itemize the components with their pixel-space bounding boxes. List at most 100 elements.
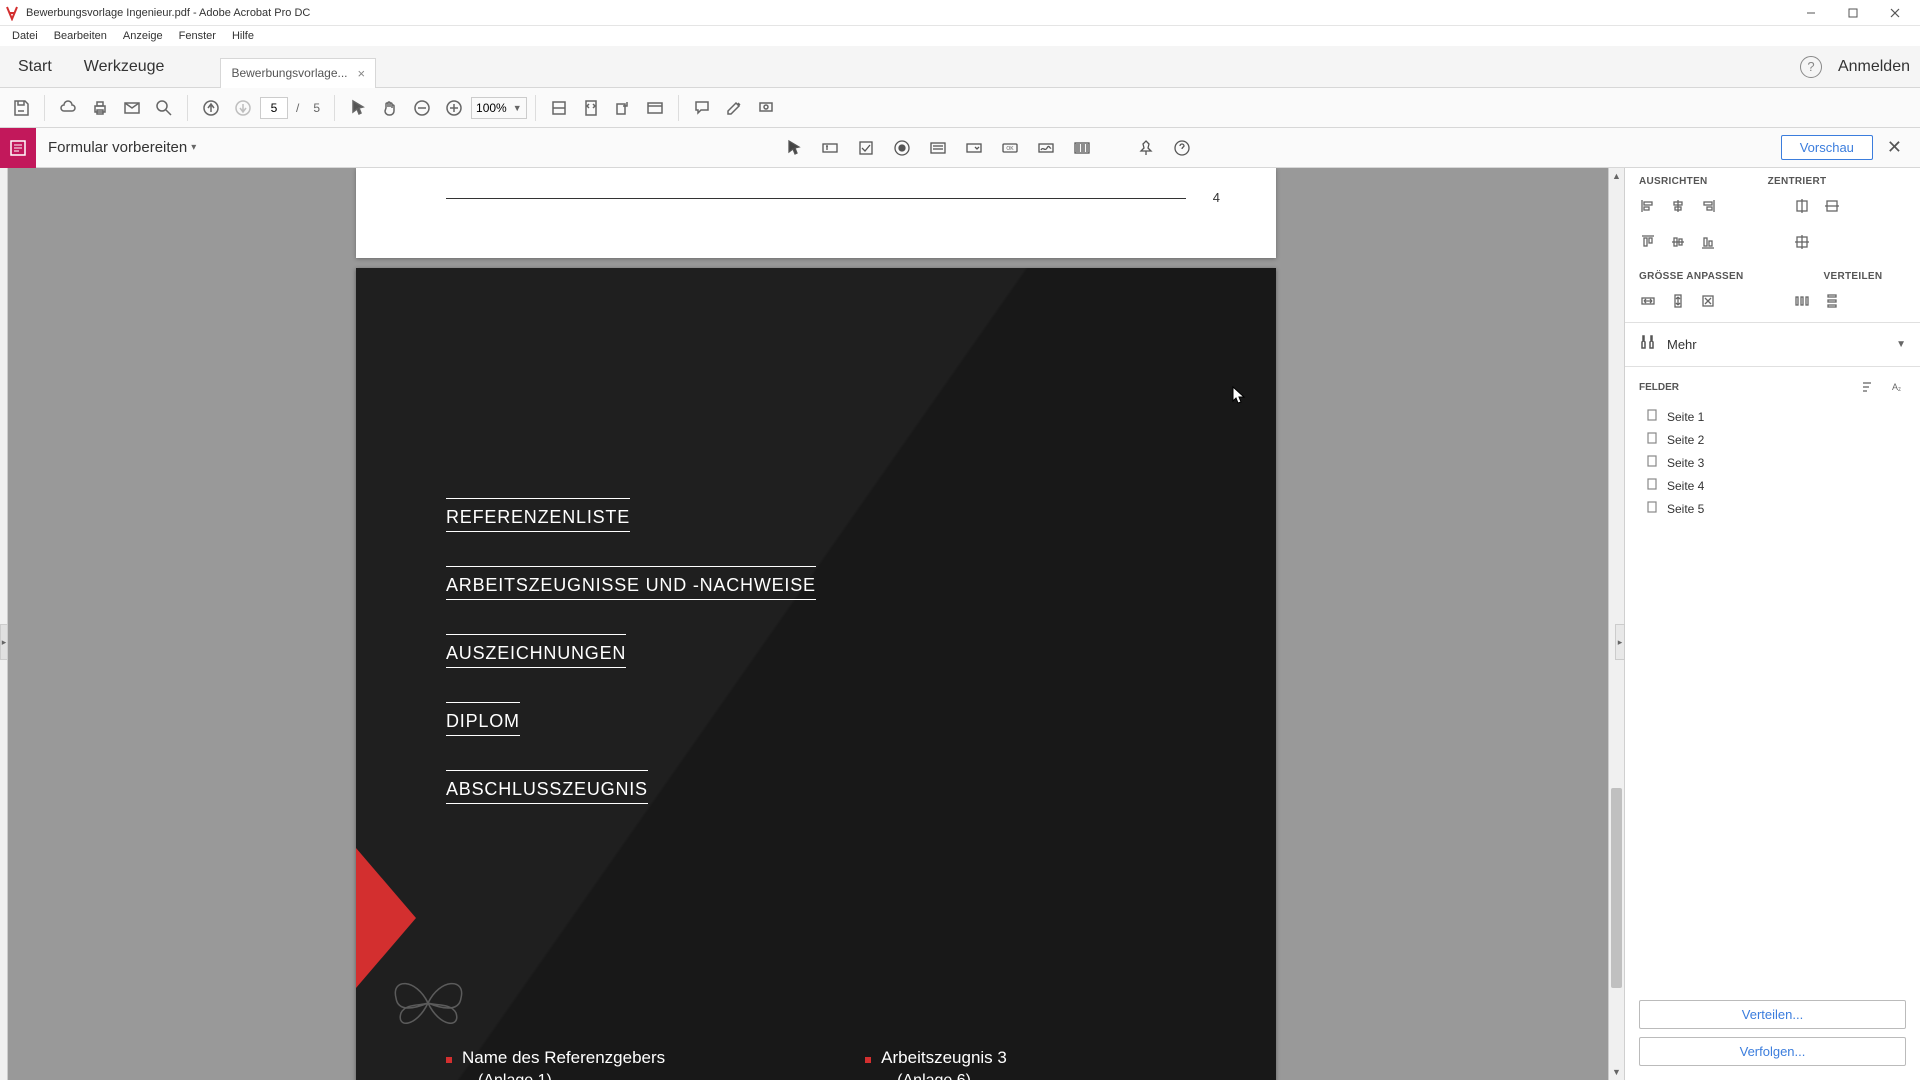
minimize-button[interactable] (1790, 0, 1832, 26)
field-page-3[interactable]: Seite 3 (1625, 451, 1920, 474)
comment-icon[interactable] (687, 93, 717, 123)
ref-item-right: Arbeitszeugnis 3 (Anlage 6) (865, 1048, 1007, 1080)
more-dropdown[interactable]: Mehr ▼ (1625, 322, 1920, 367)
field-page-1[interactable]: Seite 1 (1625, 405, 1920, 428)
center-h-icon[interactable] (1789, 193, 1815, 219)
help-icon[interactable]: ? (1800, 56, 1822, 78)
cloud-icon[interactable] (53, 93, 83, 123)
button-field-icon[interactable]: OK (996, 134, 1024, 162)
fit-width-icon[interactable] (544, 93, 574, 123)
size-width-icon[interactable] (1635, 288, 1661, 314)
menu-window[interactable]: Fenster (171, 28, 224, 44)
window-title: Bewerbungsvorlage Ingenieur.pdf - Adobe … (26, 7, 1790, 19)
left-nav-expand-handle[interactable]: ▸ (0, 624, 8, 660)
center-section-label: ZENTRIERT (1768, 176, 1827, 187)
mouse-cursor-icon (1232, 386, 1246, 411)
page-4-bottom: 4 (356, 168, 1276, 258)
checkbox-field-icon[interactable] (852, 134, 880, 162)
ref-item-left: Name des Referenzgebers (Anlage 1) (446, 1048, 665, 1080)
left-nav-strip: ▸ (0, 168, 8, 1080)
next-page-icon[interactable] (228, 93, 258, 123)
signature-field-icon[interactable] (1032, 134, 1060, 162)
tab-tools[interactable]: Werkzeuge (68, 48, 181, 86)
svg-text:OK: OK (1007, 146, 1015, 152)
document-tab[interactable]: Bewerbungsvorlage... × (220, 58, 376, 88)
field-page-5[interactable]: Seite 5 (1625, 497, 1920, 520)
caret-down-icon: ▼ (513, 103, 522, 113)
radio-field-icon[interactable] (888, 134, 916, 162)
maximize-button[interactable] (1832, 0, 1874, 26)
align-right-icon[interactable] (1695, 193, 1721, 219)
align-left-icon[interactable] (1635, 193, 1661, 219)
fit-page-icon[interactable] (576, 93, 606, 123)
pin-icon[interactable] (1132, 134, 1160, 162)
size-both-icon[interactable] (1695, 288, 1721, 314)
zoom-out-icon[interactable] (407, 93, 437, 123)
select-tool-icon[interactable] (780, 134, 808, 162)
stamp-icon[interactable] (751, 93, 781, 123)
more-label: Mehr (1667, 337, 1886, 352)
close-button[interactable] (1874, 0, 1916, 26)
align-top-icon[interactable] (1635, 229, 1661, 255)
page-number-input[interactable] (260, 97, 288, 119)
prev-page-icon[interactable] (196, 93, 226, 123)
form-toolbar: Formular vorbereiten ▾ OK Vorschau ✕ (0, 128, 1920, 168)
field-page-4[interactable]: Seite 4 (1625, 474, 1920, 497)
hand-icon[interactable] (375, 93, 405, 123)
print-icon[interactable] (85, 93, 115, 123)
distribute-section-label: VERTEILEN (1824, 271, 1883, 282)
close-tab-icon[interactable]: × (358, 66, 366, 81)
distribute-h-icon[interactable] (1789, 288, 1815, 314)
menu-edit[interactable]: Bearbeiten (46, 28, 115, 44)
sort-fields-icon[interactable] (1858, 377, 1878, 397)
form-tool-dropdown[interactable]: Formular vorbereiten ▾ (48, 139, 196, 156)
main-toolbar: / 5 100% ▼ (0, 88, 1920, 128)
page-icon (1645, 408, 1659, 425)
list-field-icon[interactable] (924, 134, 952, 162)
field-page-2[interactable]: Seite 2 (1625, 428, 1920, 451)
size-height-icon[interactable] (1665, 288, 1691, 314)
tab-start[interactable]: Start (2, 48, 68, 86)
zoom-in-icon[interactable] (439, 93, 469, 123)
search-icon[interactable] (149, 93, 179, 123)
align-hcenter-icon[interactable] (1665, 193, 1691, 219)
highlight-icon[interactable] (719, 93, 749, 123)
scroll-thumb[interactable] (1611, 788, 1622, 988)
barcode-field-icon[interactable] (1068, 134, 1096, 162)
save-icon[interactable] (6, 93, 36, 123)
mail-icon[interactable] (117, 93, 147, 123)
page-5-headings: REFERENZENLISTE ARBEITSZEUGNISSE UND -NA… (446, 498, 816, 838)
distribute-button[interactable]: Verteilen... (1639, 1000, 1906, 1029)
distribute-v-icon[interactable] (1819, 288, 1845, 314)
center-v-icon[interactable] (1819, 193, 1845, 219)
menu-help[interactable]: Hilfe (224, 28, 262, 44)
page-icon (1645, 454, 1659, 471)
close-formbar-icon[interactable]: ✕ (1883, 133, 1906, 162)
align-vcenter-icon[interactable] (1665, 229, 1691, 255)
rotate-icon[interactable] (608, 93, 638, 123)
fields-section-header: FELDER Az (1625, 367, 1920, 403)
preview-button[interactable]: Vorschau (1781, 135, 1873, 160)
menu-file[interactable]: Datei (4, 28, 46, 44)
dropdown-field-icon[interactable] (960, 134, 988, 162)
menu-view[interactable]: Anzeige (115, 28, 171, 44)
reference-list: Name des Referenzgebers (Anlage 1) Arbei… (446, 1048, 1007, 1080)
cursor-icon[interactable] (343, 93, 373, 123)
center-both-icon[interactable] (1789, 229, 1815, 255)
login-link[interactable]: Anmelden (1838, 58, 1910, 76)
track-button[interactable]: Verfolgen... (1639, 1037, 1906, 1066)
ref-left-line2: (Anlage 1) (478, 1072, 665, 1080)
tab-order-icon[interactable]: Az (1886, 377, 1906, 397)
document-viewport[interactable]: 4 REFERENZENLISTE ARBEITSZEUGNISSE UND -… (8, 168, 1624, 1080)
page-separator: / (296, 101, 299, 115)
zoom-select[interactable]: 100% ▼ (471, 97, 527, 119)
text-field-icon[interactable] (816, 134, 844, 162)
help-form-icon[interactable] (1168, 134, 1196, 162)
scroll-up-icon[interactable]: ▲ (1609, 168, 1624, 184)
butterfly-icon (386, 968, 471, 1043)
right-panel-collapse-handle[interactable]: ▸ (1615, 624, 1625, 660)
read-mode-icon[interactable] (640, 93, 670, 123)
align-bottom-icon[interactable] (1695, 229, 1721, 255)
scroll-down-icon[interactable]: ▼ (1609, 1064, 1624, 1080)
zoom-value: 100% (476, 101, 507, 115)
